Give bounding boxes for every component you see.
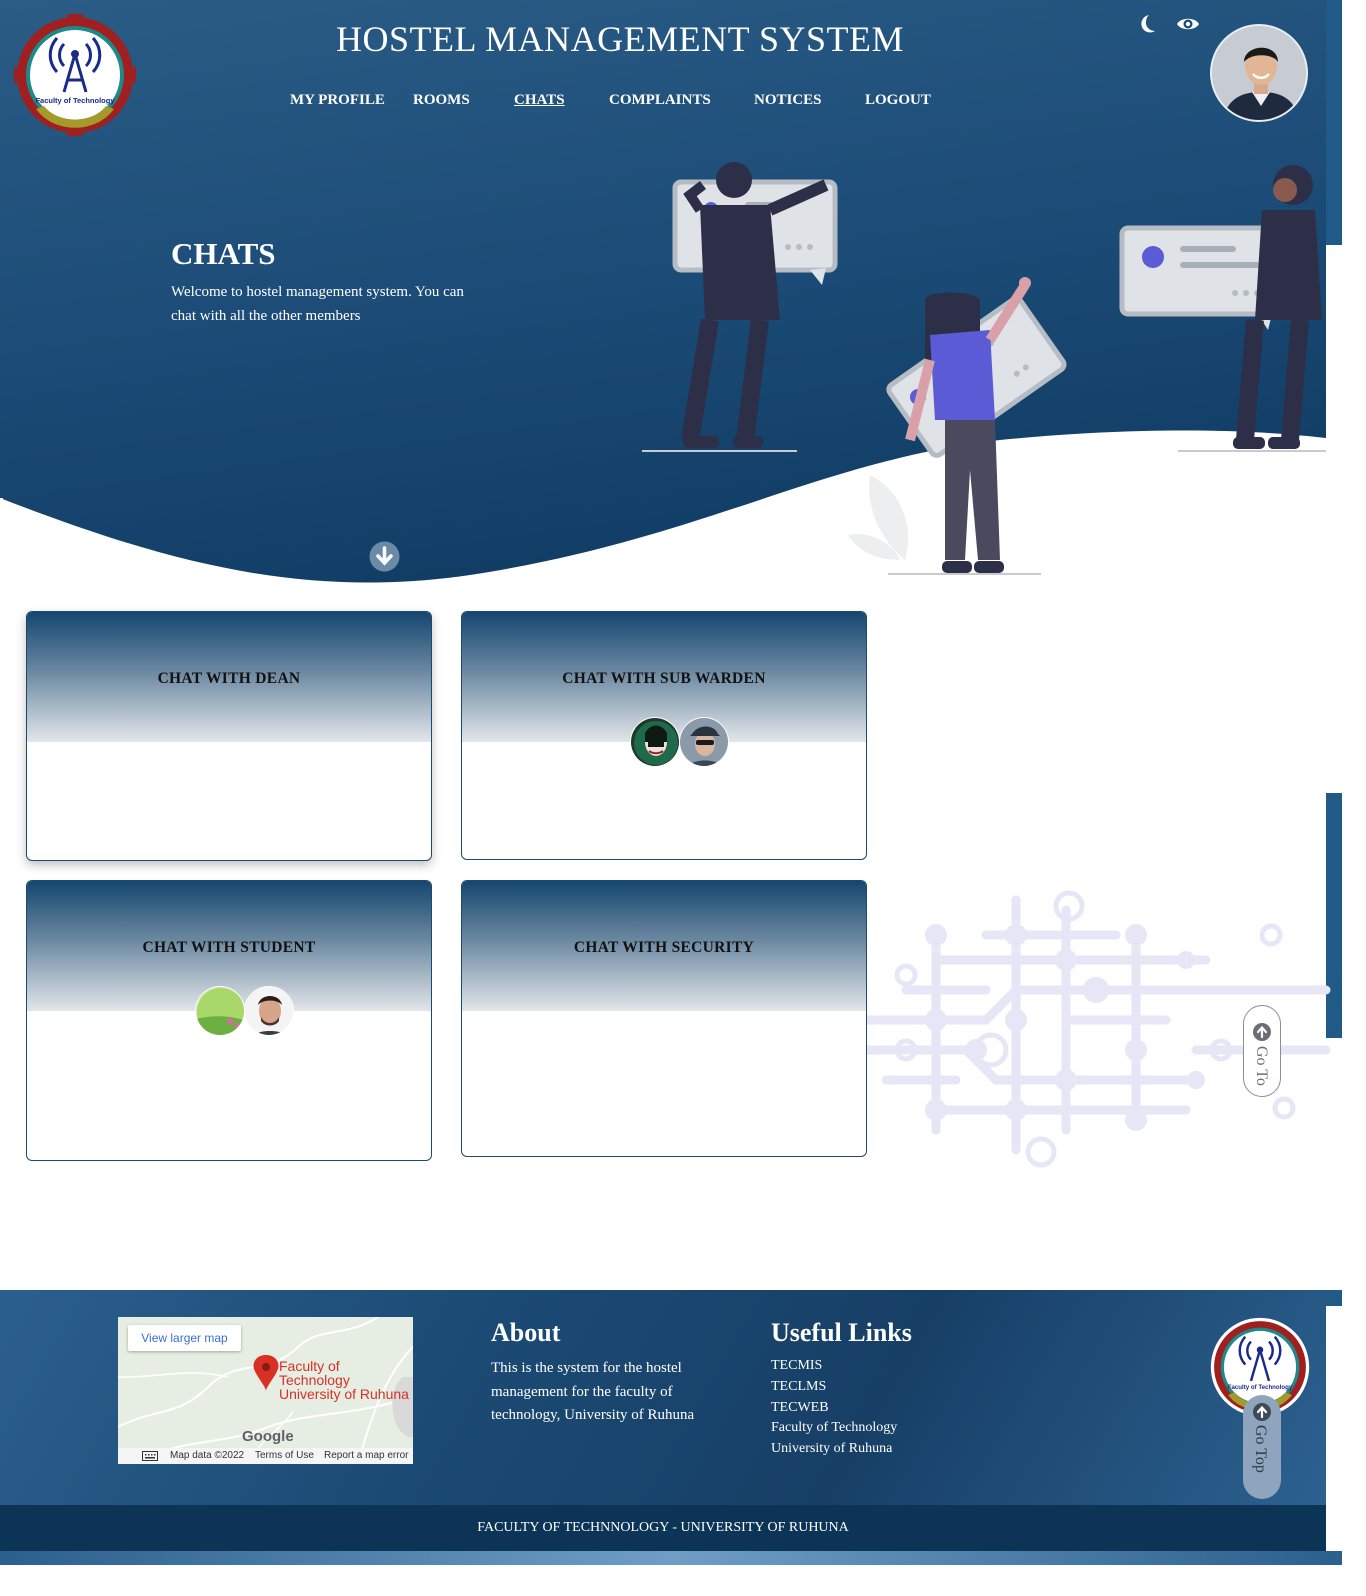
site-title: HOSTEL MANAGEMENT SYSTEM — [335, 19, 904, 59]
chat-card-dean[interactable]: CHAT WITH DEAN — [26, 611, 432, 861]
about-text: This is the system for the hostel manage… — [491, 1360, 695, 1423]
chat-card-security[interactable]: CHAT WITH SECURITY — [461, 880, 867, 1157]
hero-section: Faculty of Technology HOSTEL MANAGEMENT … — [0, 0, 1342, 600]
user-avatar[interactable] — [1210, 24, 1308, 122]
bottom-accent-strip — [0, 1551, 1342, 1565]
card-header: CHAT WITH SUB WARDEN — [462, 612, 866, 767]
nav-chats[interactable]: CHATS — [514, 92, 565, 109]
copyright-text: FACULTY OF TECHNNOLOGY - UNIVERSITY OF R… — [477, 1520, 849, 1535]
nav-rooms[interactable]: ROOMS — [413, 92, 470, 109]
arrow-down-circle-icon[interactable] — [369, 541, 400, 572]
member-avatar[interactable] — [244, 986, 294, 1036]
map-data-text: Map data ©2022 — [170, 1450, 245, 1461]
card-header: CHAT WITH STUDENT — [27, 881, 431, 1036]
go-top-label: Go Top — [1252, 1425, 1269, 1473]
member-avatars — [462, 717, 866, 767]
faculty-logo[interactable]: Faculty of Technology — [14, 14, 136, 136]
side-accent-strip — [1326, 1290, 1342, 1306]
eye-icon[interactable] — [1176, 12, 1200, 36]
member-avatar[interactable] — [630, 717, 680, 767]
arrow-up-circle-icon — [1253, 1023, 1271, 1041]
map-place-line2: University of Ruhuna — [279, 1386, 409, 1402]
nav-notices[interactable]: NOTICES — [754, 92, 822, 109]
go-top-button[interactable]: Go Top — [1243, 1395, 1281, 1499]
map-place-line1: Faculty of Technology — [279, 1358, 350, 1388]
member-avatar[interactable] — [195, 986, 245, 1036]
map-report-link[interactable]: Report a map error — [324, 1450, 408, 1461]
chat-card-sub-warden[interactable]: CHAT WITH SUB WARDEN — [461, 611, 867, 860]
link-university-of-ruhuna[interactable]: University of Ruhuna — [771, 1441, 892, 1457]
card-title: CHAT WITH SECURITY — [573, 939, 755, 956]
member-avatars — [27, 986, 431, 1036]
nav-complaints[interactable]: COMPLAINTS — [609, 92, 711, 109]
footer-logo-text: Faculty of Technology — [1228, 1384, 1293, 1391]
map-terms-link[interactable]: Terms of Use — [255, 1450, 314, 1461]
google-logo: Google — [242, 1428, 294, 1445]
card-header: CHAT WITH SECURITY — [462, 881, 866, 1011]
card-header: CHAT WITH DEAN — [27, 612, 431, 742]
link-tecweb[interactable]: TECWEB — [771, 1400, 829, 1416]
link-faculty-of-technology[interactable]: Faculty of Technology — [771, 1420, 897, 1436]
link-tecmis[interactable]: TECMIS — [771, 1358, 822, 1374]
card-title: CHAT WITH SUB WARDEN — [562, 670, 766, 687]
card-title: CHAT WITH STUDENT — [142, 939, 316, 956]
hero-heading: CHATS — [171, 236, 276, 271]
arrow-up-circle-icon — [1253, 1403, 1271, 1421]
keyboard-icon[interactable] — [142, 1451, 158, 1461]
link-teclms[interactable]: TECLMS — [771, 1379, 826, 1395]
moon-icon[interactable] — [1134, 12, 1158, 36]
view-larger-map-link[interactable]: View larger map — [128, 1325, 241, 1351]
location-map[interactable]: View larger map Faculty of Technology Un… — [118, 1317, 413, 1464]
go-to-label: Go To — [1253, 1046, 1270, 1086]
nav-my-profile[interactable]: MY PROFILE — [290, 92, 385, 109]
useful-links-heading: Useful Links — [771, 1318, 912, 1347]
main-nav: MY PROFILE ROOMS CHATS COMPLAINTS NOTICE… — [0, 92, 1342, 116]
member-avatar[interactable] — [679, 717, 729, 767]
map-attribution-bar: Map data ©2022 Terms of Use Report a map… — [118, 1448, 413, 1464]
card-title: CHAT WITH DEAN — [157, 670, 301, 687]
go-to-button[interactable]: Go To — [1243, 1005, 1281, 1097]
nav-logout[interactable]: LOGOUT — [865, 92, 931, 109]
chat-card-student[interactable]: CHAT WITH STUDENT — [26, 880, 432, 1161]
hero-text: Welcome to hostel management system. You… — [171, 284, 464, 324]
map-place-label: Faculty of Technology University of Ruhu… — [279, 1359, 413, 1401]
about-heading: About — [491, 1318, 561, 1347]
